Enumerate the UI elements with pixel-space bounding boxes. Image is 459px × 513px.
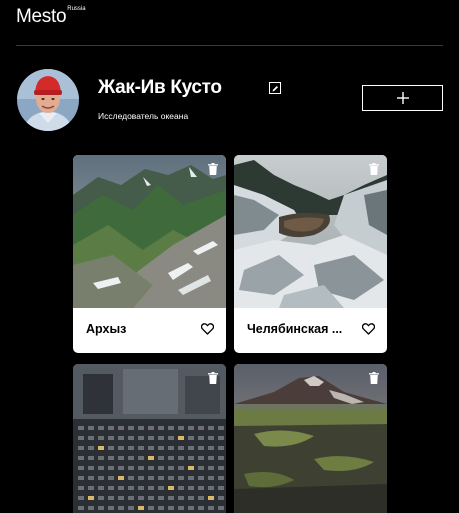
- avatar: [17, 69, 79, 131]
- logo[interactable]: Mesto Russia: [16, 6, 86, 27]
- trash-icon[interactable]: [208, 163, 218, 175]
- profile: Жак-Ив Кусто Исследователь океана: [17, 69, 443, 131]
- pencil-icon: [272, 85, 278, 91]
- logo-superscript: Russia: [67, 6, 86, 12]
- plus-icon: [396, 92, 409, 104]
- card-image[interactable]: [234, 155, 387, 308]
- edit-profile-button[interactable]: [269, 82, 281, 94]
- snowy-river-image: [234, 155, 387, 308]
- apartment-blocks-image: [73, 364, 226, 513]
- volcano-tundra-image: [234, 364, 387, 513]
- card: [234, 364, 387, 513]
- trash-icon[interactable]: [208, 372, 218, 384]
- card-title: Челябинская ...: [247, 322, 343, 336]
- card-image[interactable]: [73, 155, 226, 308]
- profile-about: Исследователь океана: [98, 111, 189, 121]
- card-footer: Челябинская ...: [234, 308, 387, 353]
- logo-text: Mesto: [16, 6, 67, 27]
- card: [73, 364, 226, 513]
- card-footer: Архыз: [73, 308, 226, 353]
- card-image[interactable]: [73, 364, 226, 513]
- card-title: Архыз: [86, 322, 127, 336]
- header: Mesto Russia: [16, 0, 443, 46]
- card: Челябинская ...: [234, 155, 387, 353]
- trash-icon[interactable]: [369, 372, 379, 384]
- trash-icon[interactable]: [369, 163, 379, 175]
- card-image[interactable]: [234, 364, 387, 513]
- card: Архыз: [73, 155, 226, 353]
- heart-icon[interactable]: [362, 323, 375, 335]
- profile-name: Жак-Ив Кусто: [98, 77, 222, 98]
- add-card-button[interactable]: [362, 85, 443, 111]
- avatar-image: [17, 69, 79, 131]
- mountain-valley-image: [73, 155, 226, 308]
- page: Mesto Russia Жак-Ив Кусто Исследователь …: [0, 0, 459, 513]
- heart-icon[interactable]: [201, 323, 214, 335]
